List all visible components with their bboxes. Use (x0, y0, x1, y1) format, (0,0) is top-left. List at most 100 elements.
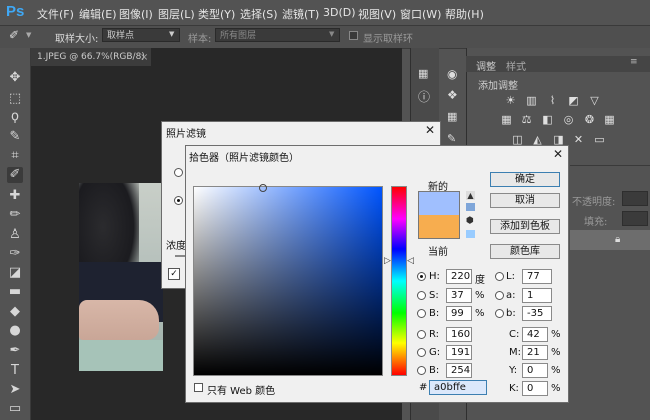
y-field[interactable]: 0 (522, 363, 548, 378)
fill-field[interactable] (622, 211, 648, 226)
show-ring-checkbox[interactable] (349, 31, 358, 40)
l-radio[interactable] (495, 272, 504, 281)
color-balance-icon[interactable]: ⚖ (520, 113, 533, 126)
close-document-icon[interactable]: × (140, 52, 148, 63)
s-radio[interactable] (417, 291, 426, 300)
info-panel-icon[interactable]: ⓘ (418, 88, 432, 104)
c-field[interactable]: 42 (522, 327, 548, 342)
panel-menu-icon[interactable]: ≡ (630, 57, 638, 67)
g-field[interactable]: 191 (446, 345, 472, 360)
sample-layers-select[interactable]: 所有图层 (215, 28, 340, 42)
hue-saturation-icon[interactable]: ▦ (500, 113, 513, 126)
eraser-tool-icon[interactable]: ◪ (7, 265, 23, 281)
density-slider[interactable] (175, 255, 185, 257)
blur-tool-icon[interactable]: ◆ (7, 304, 23, 320)
tab-adjustments[interactable]: 调整 (476, 58, 496, 73)
selective-color-icon[interactable]: ✕ (572, 133, 585, 146)
document-tab[interactable]: 1.JPEG @ 66.7%(RGB/8) (31, 48, 151, 66)
l-field[interactable]: 77 (522, 269, 552, 284)
web-safe-cube-icon[interactable]: ⬢ (466, 217, 475, 226)
menu-layer[interactable]: 图层(L) (158, 6, 195, 22)
menu-select[interactable]: 选择(S) (240, 6, 278, 22)
type-tool-icon[interactable]: T (7, 363, 23, 379)
a-radio[interactable] (495, 291, 504, 300)
path-select-tool-icon[interactable]: ➤ (7, 382, 23, 398)
curves-icon[interactable]: ⌇ (546, 94, 559, 107)
brush-tool-icon[interactable]: ✏ (7, 207, 23, 223)
dodge-tool-icon[interactable]: ● (7, 323, 23, 339)
cancel-button[interactable]: 取消 (490, 193, 560, 208)
photo-filter-icon[interactable]: ◎ (562, 113, 575, 126)
color-radio[interactable] (174, 196, 183, 205)
rectangle-tool-icon[interactable]: ▭ (7, 401, 23, 417)
ok-button[interactable]: 确定 (490, 172, 560, 187)
menu-3d[interactable]: 3D(D) (323, 6, 356, 19)
color-libraries-button[interactable]: 颜色库 (490, 244, 560, 259)
brightness-icon[interactable]: ☀ (504, 94, 517, 107)
vibrance-icon[interactable]: ▽ (588, 94, 601, 107)
channel-mixer-icon[interactable]: ❂ (583, 113, 596, 126)
h-field[interactable]: 220 (446, 269, 472, 284)
eyedropper-tool-icon[interactable]: ✐ (7, 167, 23, 183)
menu-image[interactable]: 图像(I) (119, 6, 153, 22)
g-radio[interactable] (417, 348, 426, 357)
gradient-tool-icon[interactable]: ▬ (7, 284, 23, 300)
r-radio[interactable] (417, 330, 426, 339)
opacity-field[interactable] (622, 191, 648, 206)
menu-window[interactable]: 窗口(W) (400, 6, 441, 22)
web-colors-only-checkbox[interactable] (194, 383, 203, 392)
hue-slider[interactable] (391, 186, 407, 376)
crop-tool-icon[interactable]: ⌗ (7, 148, 23, 164)
black-white-icon[interactable]: ◧ (541, 113, 554, 126)
add-to-swatches-button[interactable]: 添加到色板 (490, 219, 560, 234)
m-field[interactable]: 21 (522, 345, 548, 360)
swatches-panel-icon[interactable]: ❖ (447, 88, 461, 102)
r-field[interactable]: 160 (446, 327, 472, 342)
grid-panel-icon[interactable]: ▦ (447, 110, 461, 124)
menu-view[interactable]: 视图(V) (358, 6, 396, 22)
tab-styles[interactable]: 样式 (506, 58, 526, 73)
preview-checkbox[interactable]: ✓ (168, 268, 180, 280)
menu-edit[interactable]: 编辑(E) (79, 6, 117, 22)
color-lookup-icon[interactable]: ▦ (603, 113, 616, 126)
lab-b-field[interactable]: -35 (522, 306, 552, 321)
rgb-b-field[interactable]: 254 (446, 363, 472, 378)
out-of-gamut-warning-icon[interactable]: ▲ (466, 191, 475, 200)
k-field[interactable]: 0 (522, 381, 548, 396)
a-field[interactable]: 1 (522, 288, 552, 303)
gamut-color-swatch[interactable] (466, 203, 475, 211)
brush-panel-icon[interactable]: ✎ (447, 132, 461, 146)
exposure-icon[interactable]: ◩ (567, 94, 580, 107)
close-icon[interactable]: ✕ (553, 147, 563, 161)
menu-file[interactable]: 文件(F) (37, 6, 74, 22)
filter-radio[interactable] (174, 168, 183, 177)
hue-slider-arrow-right[interactable]: ◁ (407, 256, 414, 266)
move-tool-icon[interactable]: ✥ (7, 70, 23, 86)
close-icon[interactable]: ✕ (425, 123, 435, 137)
gradient-map-icon[interactable]: ▭ (593, 133, 606, 146)
s-field[interactable]: 37 (446, 288, 472, 303)
color-field[interactable] (193, 186, 383, 376)
color-field-cursor[interactable] (259, 184, 267, 192)
h-radio[interactable] (417, 272, 426, 281)
levels-icon[interactable]: ▥ (525, 94, 538, 107)
b-radio[interactable] (417, 309, 426, 318)
quick-select-tool-icon[interactable]: ✎ (7, 129, 23, 145)
menu-help[interactable]: 帮助(H) (445, 6, 484, 22)
hue-slider-arrow-left[interactable]: ▷ (384, 256, 391, 266)
menu-type[interactable]: 类型(Y) (198, 6, 235, 22)
marquee-tool-icon[interactable]: ⬚ (7, 91, 23, 107)
hex-field[interactable]: a0bffe (429, 380, 487, 395)
layer-row-selected[interactable] (570, 230, 650, 250)
history-brush-tool-icon[interactable]: ✑ (7, 246, 23, 262)
web-safe-color-swatch[interactable] (466, 230, 475, 238)
pen-tool-icon[interactable]: ✒ (7, 343, 23, 359)
rgb-b-radio[interactable] (417, 366, 426, 375)
eyedropper-tool-preset-icon[interactable]: ✐ (9, 28, 23, 44)
lab-b-radio[interactable] (495, 309, 504, 318)
lasso-tool-icon[interactable]: ϙ (7, 109, 23, 125)
menu-filter[interactable]: 滤镜(T) (282, 6, 319, 22)
chevron-down-icon[interactable]: ▼ (26, 31, 31, 39)
clone-stamp-tool-icon[interactable]: ♙ (7, 227, 23, 243)
history-panel-icon[interactable]: ▦ (418, 67, 432, 81)
